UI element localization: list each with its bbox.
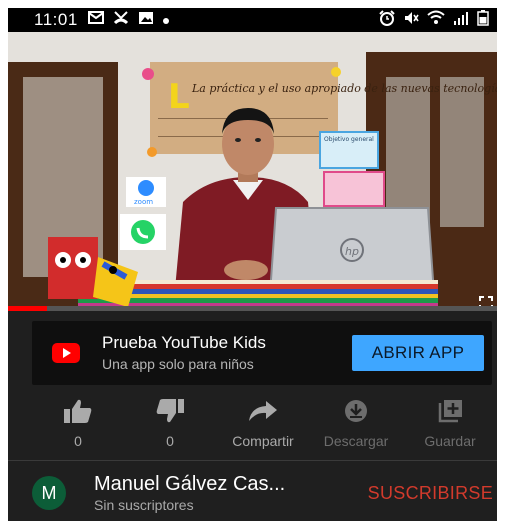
card-label: Objetivo general bbox=[324, 136, 374, 143]
channel-name[interactable]: Manuel Gálvez Cas... bbox=[94, 473, 285, 496]
youtube-kids-promo: Prueba YouTube Kids Una app solo para ni… bbox=[32, 321, 492, 385]
youtube-watch-screen: 11:01 L La práctica y el uso apropiado d… bbox=[8, 8, 497, 521]
dislike-count: 0 bbox=[166, 433, 174, 449]
wifi-icon bbox=[427, 10, 445, 30]
share-label: Compartir bbox=[232, 433, 294, 449]
dislike-button[interactable]: 0 bbox=[152, 396, 188, 449]
avatar[interactable]: M bbox=[32, 476, 66, 510]
save-label: Guardar bbox=[424, 433, 476, 449]
battery-icon bbox=[477, 9, 489, 31]
video-player[interactable]: L La práctica y el uso apropiado de las … bbox=[8, 32, 497, 311]
download-label: Descargar bbox=[323, 433, 389, 449]
promo-title: Prueba YouTube Kids bbox=[102, 333, 266, 352]
alarm-icon bbox=[379, 9, 395, 31]
missed-call-icon bbox=[113, 10, 129, 30]
video-actions: 0 0 Compartir Descargar Guardar bbox=[8, 396, 497, 456]
video-frame: L La práctica y el uso apropiado de las … bbox=[8, 32, 497, 311]
thumbs-down-icon bbox=[152, 396, 188, 426]
mute-icon bbox=[403, 10, 419, 31]
save-playlist-icon bbox=[410, 396, 490, 426]
save-button[interactable]: Guardar bbox=[410, 396, 490, 449]
open-app-button[interactable]: ABRIR APP bbox=[352, 335, 484, 371]
signal-icon bbox=[453, 11, 469, 30]
progress-fill bbox=[8, 306, 48, 311]
image-icon bbox=[138, 11, 154, 30]
download-button[interactable]: Descargar bbox=[311, 396, 401, 449]
youtube-logo-icon bbox=[52, 343, 80, 363]
laptop-brand: hp bbox=[345, 245, 359, 258]
like-button[interactable]: 0 bbox=[60, 396, 96, 449]
share-button[interactable]: Compartir bbox=[218, 396, 308, 449]
status-bar: 11:01 bbox=[8, 8, 497, 32]
promo-subtitle: Una app solo para niños bbox=[102, 356, 254, 372]
subscribe-button[interactable]: SUSCRIBIRSE bbox=[368, 483, 493, 504]
subscriber-count: Sin suscriptores bbox=[94, 497, 194, 513]
channel-row[interactable]: M Manuel Gálvez Cas... Sin suscriptores … bbox=[8, 461, 497, 521]
poster-text: La práctica y el uso apropiado de las nu… bbox=[191, 82, 497, 95]
download-icon bbox=[311, 396, 401, 426]
like-count: 0 bbox=[74, 433, 82, 449]
mail-icon bbox=[87, 11, 104, 29]
video-progress-bar[interactable] bbox=[8, 306, 497, 311]
share-icon bbox=[218, 396, 308, 426]
zoom-label: zoom bbox=[134, 198, 153, 206]
thumbs-up-icon bbox=[60, 396, 96, 426]
svg-text:L: L bbox=[168, 77, 190, 117]
dot-icon bbox=[162, 11, 169, 29]
status-time: 11:01 bbox=[34, 10, 78, 29]
